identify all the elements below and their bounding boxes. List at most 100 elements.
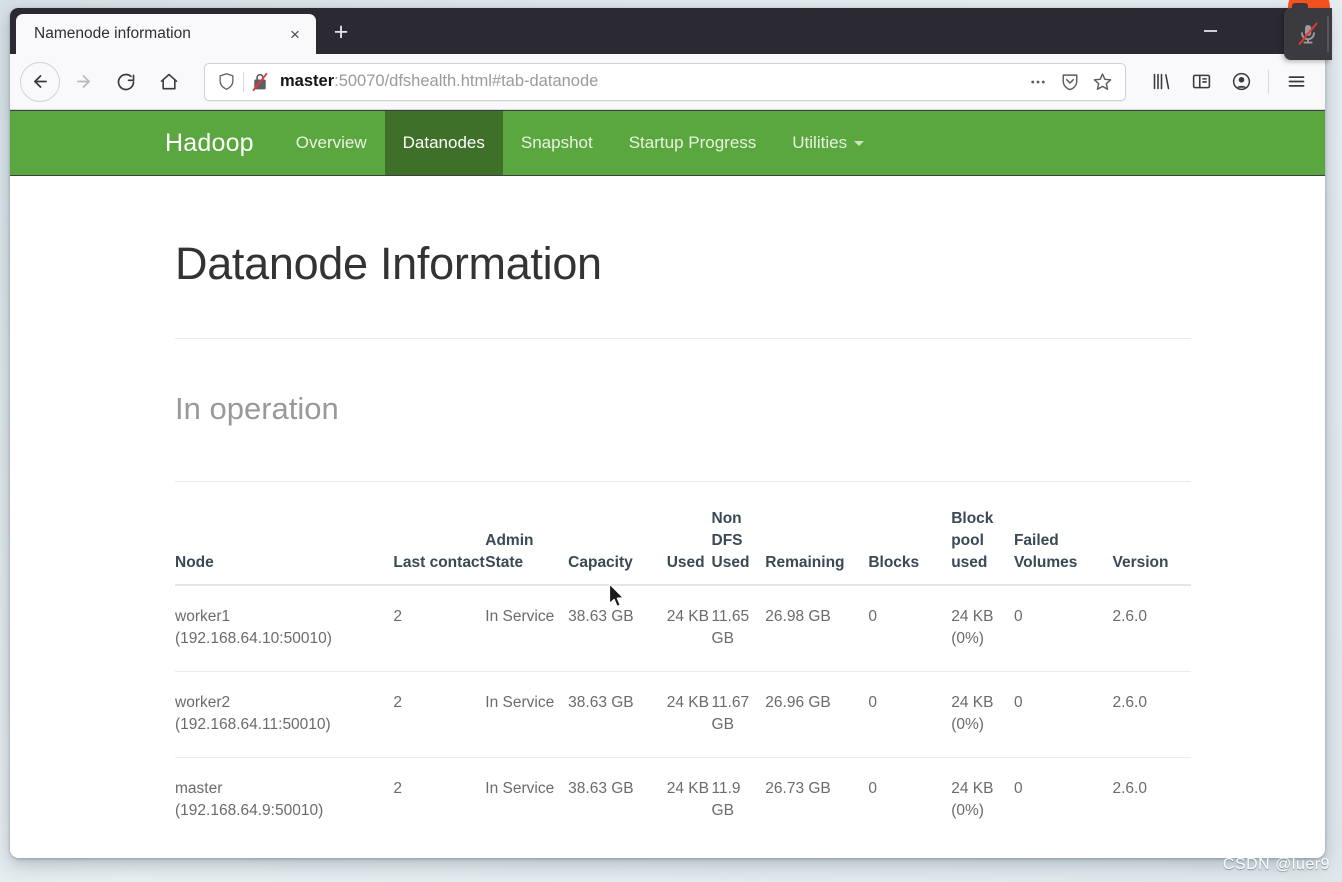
cell-block-pool-used: 24 KB (0%) [951, 757, 1014, 842]
broken-lock-icon[interactable] [248, 72, 272, 92]
datanode-table: Node Last contact Admin State Capacity U… [175, 508, 1191, 843]
column-header-block-pool-used[interactable]: Block pool used [951, 508, 1014, 585]
page-actions-ellipsis-icon[interactable] [1023, 67, 1053, 97]
table-header-row: Node Last contact Admin State Capacity U… [175, 508, 1191, 585]
cell-version: 2.6.0 [1113, 671, 1192, 757]
browser-window: Namenode information × + [10, 8, 1325, 858]
overlay-edge [1327, 16, 1329, 52]
cell-non-dfs-used: 11.67 GB [712, 671, 766, 757]
cell-failed-volumes: 0 [1014, 671, 1113, 757]
url-bar[interactable]: master:50070/dfshealth.html#tab-datanode [204, 63, 1126, 101]
column-header-non-dfs-used[interactable]: Non DFS Used [712, 508, 766, 585]
table-row[interactable]: master (192.168.64.9:50010) 2 In Service… [175, 757, 1191, 842]
cell-blocks: 0 [868, 757, 951, 842]
cell-remaining: 26.98 GB [765, 585, 868, 671]
nav-item-datanodes[interactable]: Datanodes [385, 111, 503, 175]
cell-failed-volumes: 0 [1014, 585, 1113, 671]
column-header-capacity[interactable]: Capacity [568, 508, 667, 585]
tracking-protection-shield-icon[interactable] [213, 72, 239, 91]
table-body: worker1 (192.168.64.10:50010) 2 In Servi… [175, 585, 1191, 843]
library-icon[interactable] [1142, 63, 1180, 101]
cell-blocks: 0 [868, 585, 951, 671]
column-header-node[interactable]: Node [175, 508, 393, 585]
cell-capacity: 38.63 GB [568, 585, 667, 671]
overlay-nub [1292, 3, 1308, 11]
node-name: worker1 [175, 606, 383, 628]
cell-admin-state: In Service [485, 671, 568, 757]
page-content: Hadoop Overview Datanodes Snapshot Start… [10, 110, 1325, 858]
node-address: (192.168.64.10:50010) [175, 628, 383, 650]
bookmark-star-icon[interactable] [1087, 67, 1117, 97]
cell-node: master (192.168.64.9:50010) [175, 757, 393, 842]
cell-used: 24 KB [667, 757, 712, 842]
column-header-used[interactable]: Used [667, 508, 712, 585]
cell-used: 24 KB [667, 671, 712, 757]
node-name: worker2 [175, 692, 383, 714]
table-row[interactable]: worker1 (192.168.64.10:50010) 2 In Servi… [175, 585, 1191, 671]
cell-admin-state: In Service [485, 585, 568, 671]
column-header-version[interactable]: Version [1113, 508, 1192, 585]
section-title-in-operation: In operation [175, 391, 1040, 427]
cell-non-dfs-used: 11.9 GB [712, 757, 766, 842]
url-path: :50070/dfshealth.html#tab-datanode [334, 72, 598, 90]
url-divider [243, 72, 244, 92]
minimize-button[interactable] [1187, 8, 1233, 54]
cell-remaining: 26.73 GB [765, 757, 868, 842]
cell-blocks: 0 [868, 671, 951, 757]
nav-item-overview[interactable]: Overview [278, 111, 385, 175]
cell-block-pool-used: 24 KB (0%) [951, 585, 1014, 671]
node-address: (192.168.64.9:50010) [175, 800, 383, 822]
cell-block-pool-used: 24 KB (0%) [951, 671, 1014, 757]
node-address: (192.168.64.11:50010) [175, 714, 383, 736]
title-divider [175, 338, 1191, 339]
column-header-remaining[interactable]: Remaining [765, 508, 868, 585]
cell-node: worker1 (192.168.64.10:50010) [175, 585, 393, 671]
hadoop-brand[interactable]: Hadoop [165, 111, 278, 175]
tab-title: Namenode information [34, 25, 282, 43]
hamburger-menu-icon[interactable] [1277, 63, 1315, 101]
cell-node: worker2 (192.168.64.11:50010) [175, 671, 393, 757]
content-container: Datanode Information In operation Node L… [10, 238, 1040, 843]
nav-item-utilities[interactable]: Utilities [774, 111, 882, 175]
cell-capacity: 38.63 GB [568, 757, 667, 842]
reload-icon[interactable] [106, 62, 146, 102]
cell-last-contact: 2 [393, 671, 485, 757]
url-host: master [280, 72, 334, 90]
microphone-muted-icon[interactable] [1284, 8, 1332, 60]
column-header-admin-state[interactable]: Admin State [485, 508, 568, 585]
nav-item-label: Snapshot [521, 133, 593, 153]
browser-toolbar: master:50070/dfshealth.html#tab-datanode [10, 54, 1325, 110]
nav-item-label: Overview [296, 133, 367, 153]
url-text[interactable]: master:50070/dfshealth.html#tab-datanode [272, 72, 1023, 91]
forward-arrow-icon[interactable] [63, 62, 103, 102]
cell-remaining: 26.96 GB [765, 671, 868, 757]
hadoop-navbar: Hadoop Overview Datanodes Snapshot Start… [10, 110, 1325, 176]
pocket-save-icon[interactable] [1055, 67, 1085, 97]
table-row[interactable]: worker2 (192.168.64.11:50010) 2 In Servi… [175, 671, 1191, 757]
column-header-last-contact[interactable]: Last contact [393, 508, 485, 585]
home-icon[interactable] [149, 62, 189, 102]
nav-item-label: Utilities [792, 133, 847, 153]
cell-last-contact: 2 [393, 757, 485, 842]
close-icon[interactable]: × [282, 21, 308, 47]
nav-item-snapshot[interactable]: Snapshot [503, 111, 611, 175]
account-icon[interactable] [1222, 63, 1260, 101]
back-arrow-icon[interactable] [20, 62, 60, 102]
toolbar-right-icons [1136, 63, 1315, 101]
section-divider [175, 481, 1191, 482]
cell-admin-state: In Service [485, 757, 568, 842]
sidebar-icon[interactable] [1182, 63, 1220, 101]
browser-tab-active[interactable]: Namenode information × [16, 14, 316, 54]
toolbar-divider [1268, 70, 1269, 94]
cell-last-contact: 2 [393, 585, 485, 671]
chevron-down-icon [854, 141, 864, 146]
nav-item-startup-progress[interactable]: Startup Progress [611, 111, 775, 175]
page-title: Datanode Information [175, 238, 1040, 290]
nav-item-label: Startup Progress [629, 133, 757, 153]
column-header-blocks[interactable]: Blocks [868, 508, 951, 585]
new-tab-icon[interactable]: + [320, 12, 362, 52]
tab-strip: Namenode information × + [10, 8, 1325, 54]
cell-non-dfs-used: 11.65 GB [712, 585, 766, 671]
column-header-failed-volumes[interactable]: Failed Volumes [1014, 508, 1113, 585]
cell-used: 24 KB [667, 585, 712, 671]
